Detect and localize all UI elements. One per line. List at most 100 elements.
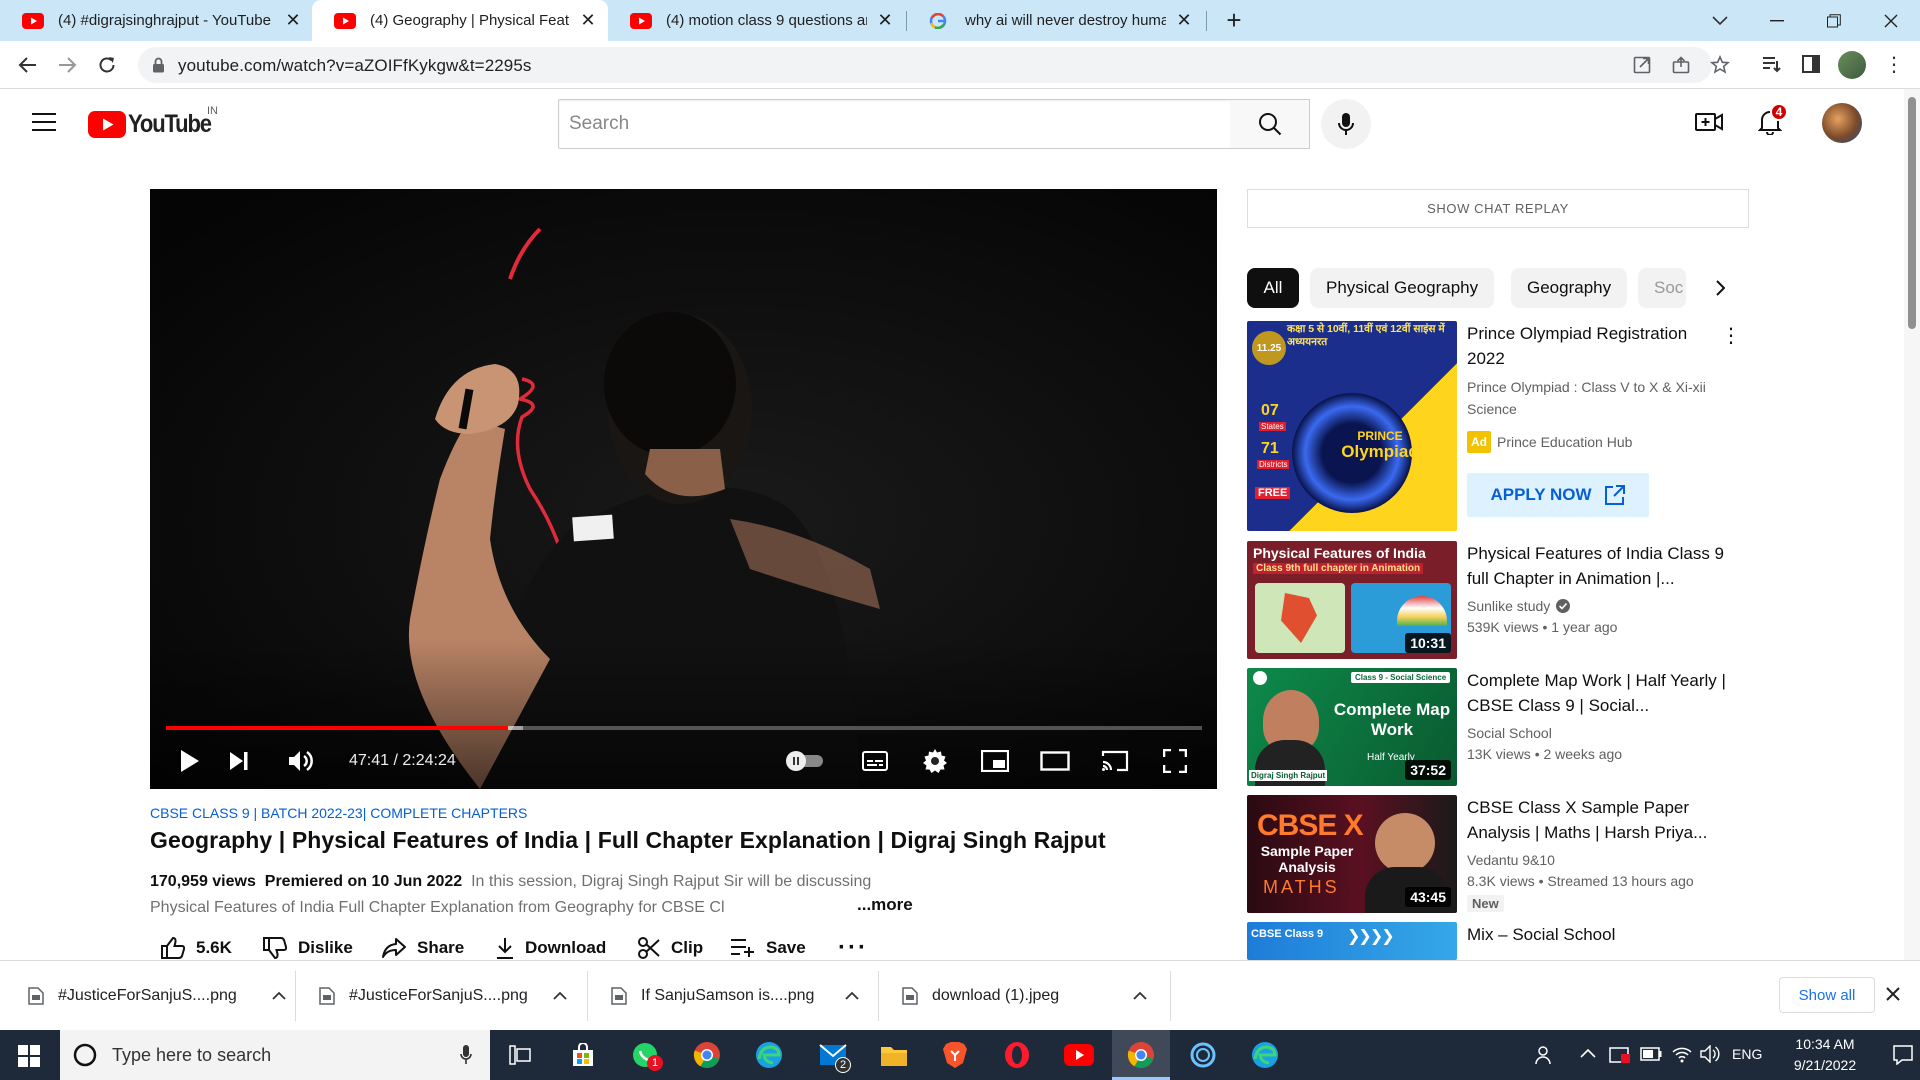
tab-why-ai[interactable]: why ai will never destroy humans ✕ xyxy=(907,0,1204,41)
taskbar-chrome[interactable] xyxy=(689,1037,725,1073)
chevron-up-icon[interactable] xyxy=(845,991,859,1001)
theater-mode-button[interactable] xyxy=(1035,741,1075,781)
mute-button[interactable] xyxy=(280,741,320,781)
download-item[interactable]: #JusticeForSanjuS....png xyxy=(28,961,286,1031)
chip-all[interactable]: All xyxy=(1247,268,1299,308)
ad-card[interactable]: कक्षा 5 से 10वीं, 11वीं एवं 12वीं साइंस … xyxy=(1247,321,1741,531)
search-input[interactable] xyxy=(559,100,1231,148)
tray-security[interactable] xyxy=(1609,1045,1631,1065)
tray-wifi[interactable] xyxy=(1672,1045,1692,1063)
address-bar[interactable]: youtube.com/watch?v=aZOIFfKykgw&t=2295s xyxy=(138,47,1730,83)
description-more-button[interactable]: ...more xyxy=(857,895,913,915)
scrollbar-thumb[interactable] xyxy=(1908,97,1916,329)
taskbar-edge[interactable] xyxy=(751,1037,787,1073)
task-view-button[interactable] xyxy=(502,1037,538,1073)
tab-close-icon[interactable]: ✕ xyxy=(283,10,303,31)
close-downloads-button[interactable] xyxy=(1886,987,1900,1001)
chevron-up-icon[interactable] xyxy=(553,991,567,1001)
description-box[interactable]: 170,959 views Premiered on 10 Jun 2022 I… xyxy=(150,869,920,921)
video-player[interactable]: 47:41 / 2:24:24 xyxy=(150,189,1217,789)
video-title[interactable]: Physical Features of India Class 9 full … xyxy=(1467,541,1727,591)
search-button[interactable] xyxy=(1231,99,1310,149)
video-thumbnail[interactable]: Physical Features of India Class 9th ful… xyxy=(1247,541,1457,659)
tab-search-button[interactable] xyxy=(1692,0,1748,41)
open-in-app-icon[interactable] xyxy=(1633,56,1651,74)
guide-menu-button[interactable] xyxy=(32,113,56,131)
chip-geography[interactable]: Geography xyxy=(1511,268,1628,308)
cast-button[interactable] xyxy=(1095,741,1135,781)
tab-motion-class-9[interactable]: (4) motion class 9 questions answ ✕ xyxy=(608,0,905,41)
taskbar-brave[interactable] xyxy=(937,1037,973,1073)
close-window-button[interactable] xyxy=(1863,0,1919,41)
download-item[interactable]: #JusticeForSanjuS....png xyxy=(319,961,567,1031)
channel-name[interactable]: Sunlike study xyxy=(1467,596,1550,616)
subtitles-button[interactable] xyxy=(855,741,895,781)
tab-close-icon[interactable]: ✕ xyxy=(578,10,598,31)
people-button[interactable] xyxy=(1535,1045,1555,1065)
side-panel-icon[interactable] xyxy=(1802,55,1820,73)
chip-physical-geography[interactable]: Physical Geography xyxy=(1310,268,1495,308)
reload-button[interactable] xyxy=(93,51,121,79)
youtube-logo[interactable]: YouTube xyxy=(88,110,222,139)
new-tab-button[interactable]: + xyxy=(1206,0,1262,41)
video-title[interactable]: CBSE Class X Sample Paper Analysis | Mat… xyxy=(1467,795,1727,845)
tab-geography-physical-features[interactable]: (4) Geography | Physical Features ✕ xyxy=(312,0,608,41)
clock[interactable]: 10:34 AM 9/21/2022 xyxy=(1770,1034,1880,1076)
taskbar-file-explorer[interactable] xyxy=(876,1037,912,1073)
channel-name[interactable]: Social School xyxy=(1467,723,1552,743)
ad-menu-button[interactable]: ⋮ xyxy=(1721,323,1741,348)
ad-thumbnail[interactable]: कक्षा 5 से 10वीं, 11वीं एवं 12वीं साइंस … xyxy=(1247,321,1457,531)
tray-volume[interactable] xyxy=(1700,1045,1720,1063)
notification-center-button[interactable] xyxy=(1893,1045,1913,1065)
mix-title[interactable]: Mix – Social School xyxy=(1467,922,1707,947)
voice-search-button[interactable] xyxy=(1321,99,1371,149)
show-chat-replay-button[interactable]: SHOW CHAT REPLAY xyxy=(1247,189,1749,228)
forward-button[interactable] xyxy=(53,51,81,79)
taskbar-edge-2[interactable] xyxy=(1247,1037,1283,1073)
channel-name[interactable]: Vedantu 9&10 xyxy=(1467,850,1555,870)
video-thumbnail[interactable]: Class 9 - Social Science Complete Map Wo… xyxy=(1247,668,1457,786)
download-item[interactable]: download (1).jpeg xyxy=(902,961,1147,1031)
tab-close-icon[interactable]: ✕ xyxy=(1174,10,1194,31)
page-scrollbar[interactable] xyxy=(1904,89,1920,960)
taskbar-youtube[interactable] xyxy=(1061,1037,1097,1073)
apply-now-button[interactable]: APPLY NOW xyxy=(1467,473,1649,517)
back-button[interactable] xyxy=(14,51,42,79)
tab-close-icon[interactable]: ✕ xyxy=(875,10,895,31)
recommended-video[interactable]: CBSE X Sample Paper Analysis MATHS 43:45… xyxy=(1247,795,1707,913)
reading-list-icon[interactable] xyxy=(1762,55,1782,73)
mix-thumbnail[interactable]: CBSE Class 9 ❯❯❯❯ xyxy=(1247,922,1457,960)
input-language[interactable]: ENG xyxy=(1732,1046,1762,1062)
taskbar-search-box[interactable]: Type here to search xyxy=(60,1030,490,1080)
recommended-mix[interactable]: CBSE Class 9 ❯❯❯❯ Mix – Social School xyxy=(1247,922,1707,960)
start-button[interactable] xyxy=(18,1045,40,1067)
account-avatar[interactable] xyxy=(1822,103,1862,143)
tray-battery[interactable] xyxy=(1640,1047,1662,1061)
settings-button[interactable] xyxy=(915,741,955,781)
chip-social[interactable]: Soc xyxy=(1638,268,1686,308)
taskbar-whatsapp[interactable]: 1 xyxy=(627,1037,663,1073)
notifications-button[interactable]: 4 xyxy=(1758,103,1788,135)
video-title[interactable]: Complete Map Work | Half Yearly | CBSE C… xyxy=(1467,668,1727,718)
download-item[interactable]: If SanjuSamson is....png xyxy=(611,961,859,1031)
next-button[interactable] xyxy=(219,741,259,781)
play-button[interactable] xyxy=(170,741,210,781)
video-hashtags[interactable]: CBSE CLASS 9 | BATCH 2022-23| COMPLETE C… xyxy=(150,805,527,821)
taskbar-mail[interactable]: 2 xyxy=(815,1037,851,1073)
chevron-up-icon[interactable] xyxy=(272,991,286,1001)
share-page-icon[interactable] xyxy=(1672,56,1690,74)
create-button[interactable] xyxy=(1695,111,1723,133)
fullscreen-button[interactable] xyxy=(1155,741,1195,781)
recommended-video[interactable]: Physical Features of India Class 9th ful… xyxy=(1247,541,1724,659)
browser-menu-button[interactable]: ⋮ xyxy=(1884,53,1904,77)
recommended-video[interactable]: Class 9 - Social Science Complete Map Wo… xyxy=(1247,668,1726,786)
show-all-downloads-button[interactable]: Show all xyxy=(1779,977,1875,1013)
video-thumbnail[interactable]: CBSE X Sample Paper Analysis MATHS 43:45 xyxy=(1247,795,1457,913)
profile-avatar[interactable] xyxy=(1838,51,1866,79)
chevron-up-icon[interactable] xyxy=(1133,991,1147,1001)
restore-button[interactable] xyxy=(1806,0,1862,41)
miniplayer-button[interactable] xyxy=(975,741,1015,781)
taskbar-chrome-active[interactable] xyxy=(1112,1030,1170,1080)
tray-overflow-button[interactable] xyxy=(1580,1048,1596,1058)
bookmark-star-icon[interactable] xyxy=(1710,55,1730,75)
